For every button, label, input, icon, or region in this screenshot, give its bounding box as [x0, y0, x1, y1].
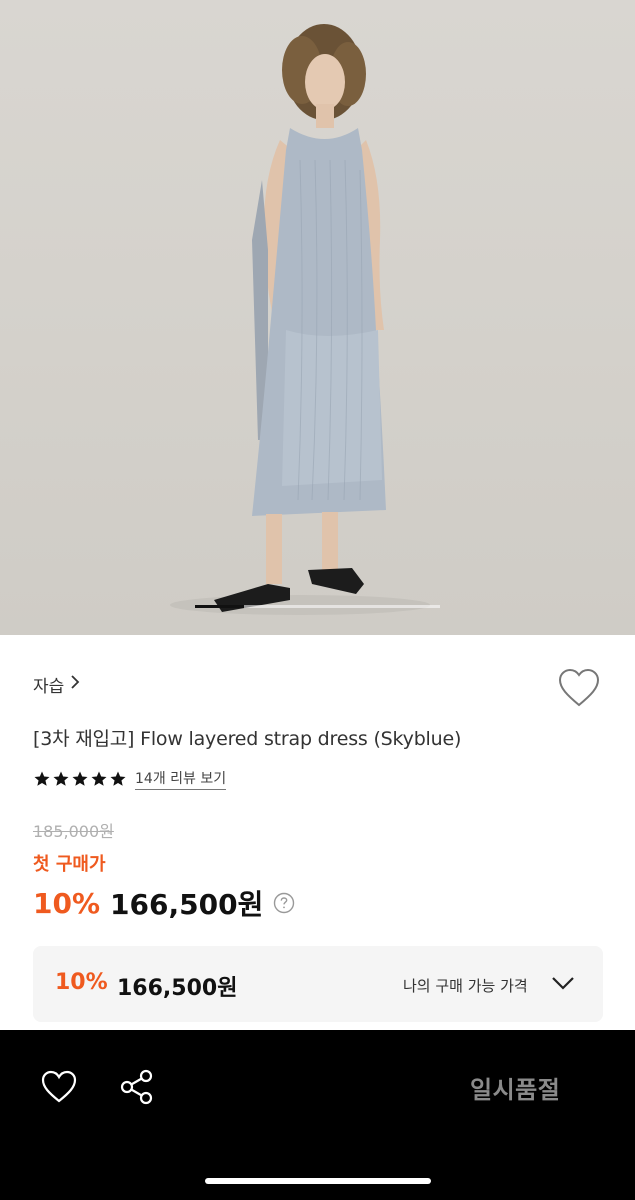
brand-link[interactable]: 자습	[33, 672, 80, 697]
rating-row: 14개 리뷰 보기	[33, 768, 227, 790]
sale-price: 166,500원	[110, 888, 264, 921]
heart-outline-icon[interactable]	[557, 668, 601, 708]
star-filled-icon	[110, 771, 126, 786]
share-icon[interactable]	[118, 1068, 156, 1106]
rating-stars	[33, 770, 127, 788]
chevron-down-icon	[552, 977, 574, 990]
brand-name: 자습	[33, 677, 65, 697]
star-filled-icon	[53, 771, 69, 786]
bottom-action-bar: 일시품절	[0, 1030, 635, 1200]
my-price-discount: 10%	[55, 970, 108, 995]
star-filled-icon	[34, 771, 50, 786]
price-row: 10% 166,500원	[33, 883, 295, 923]
question-circle-icon[interactable]	[273, 892, 295, 914]
my-price-value: 166,500원	[117, 976, 238, 1001]
original-price: 185,000원	[33, 822, 114, 841]
carousel-progress	[195, 605, 440, 608]
home-indicator	[205, 1178, 431, 1184]
first-purchase-label: 첫 구매가	[33, 854, 106, 875]
discount-rate: 10%	[33, 886, 101, 920]
heart-outline-icon[interactable]	[40, 1070, 78, 1104]
my-price-dropdown[interactable]: 10% 166,500원 나의 구매 가능 가격	[33, 946, 603, 1022]
product-image[interactable]	[0, 0, 635, 635]
model-photo	[170, 24, 430, 615]
chevron-right-icon	[70, 674, 80, 695]
star-filled-icon	[91, 771, 107, 786]
review-link[interactable]: 14개 리뷰 보기	[135, 768, 227, 790]
soldout-button[interactable]: 일시품절	[470, 1070, 560, 1105]
product-title: [3차 재입고] Flow layered strap dress (Skybl…	[33, 728, 462, 750]
carousel-progress-thumb	[195, 605, 244, 608]
my-price-label: 나의 구매 가능 가격	[403, 977, 528, 995]
star-filled-icon	[72, 771, 88, 786]
